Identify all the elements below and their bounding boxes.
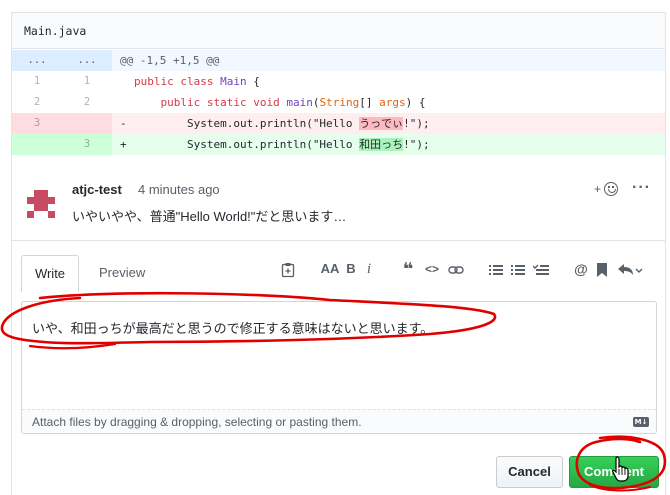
file-header: Main.java [12, 13, 665, 49]
list-ordered-icon [511, 264, 525, 275]
line-number-new[interactable]: 3 [62, 134, 112, 155]
diff-review-panel: Main.java ... ... @@ -1,5 +1,5 @@ 1 1 pu… [11, 12, 666, 495]
link-icon [448, 265, 464, 274]
diff-sign: + [120, 138, 127, 151]
task-list-button[interactable] [532, 253, 550, 285]
comment-author[interactable]: atjc-test [72, 182, 122, 197]
param-name: args [379, 96, 406, 109]
changed-word: 和田っち [359, 138, 404, 151]
code-content: - System.out.println("Hello うっでぃ!"); [112, 113, 665, 134]
hunk-header: ... ... @@ -1,5 +1,5 @@ [12, 50, 665, 71]
hunk-text: @@ -1,5 +1,5 @@ [120, 54, 220, 67]
markdown-icon[interactable]: M↓ [633, 417, 649, 427]
reference-button[interactable] [595, 253, 609, 285]
avatar[interactable] [27, 190, 55, 218]
bold-button[interactable]: B [344, 253, 358, 285]
keyword: void [253, 96, 280, 109]
keyword: static [206, 96, 247, 109]
bold-icon: B [346, 261, 356, 276]
keyword: class [180, 75, 214, 88]
code-button[interactable]: <> [423, 253, 441, 285]
class-name: Main [220, 75, 247, 88]
header-button[interactable]: AA [319, 253, 341, 285]
file-name[interactable]: Main.java [24, 24, 86, 38]
diff-line: 2 2 public static void main(String[] arg… [12, 92, 665, 113]
added-line: 3 + System.out.println("Hello 和田っち!"); [12, 134, 665, 155]
comment-composer: Write Preview AA B i ❝ <> @ いや、和田っちが最高だと… [12, 242, 665, 495]
code-punct: [] [359, 96, 380, 109]
expand-up-button[interactable]: ... [12, 50, 62, 71]
numbered-list-button[interactable] [510, 253, 526, 285]
code-rest: { [246, 75, 260, 88]
code-text: System.out.println("Hello [186, 117, 360, 130]
suggestion-icon[interactable] [277, 253, 299, 285]
line-number-old[interactable] [12, 134, 62, 155]
code-text: !"); [403, 117, 430, 130]
tasklist-icon [532, 264, 549, 275]
line-number-old[interactable]: 2 [12, 92, 62, 113]
tab-preview[interactable]: Preview [86, 255, 158, 292]
diff-table: ... ... @@ -1,5 +1,5 @@ 1 1 public class… [12, 50, 665, 155]
list-unordered-icon [489, 264, 503, 275]
diff-line: 1 1 public class Main { [12, 71, 665, 92]
attach-files-bar[interactable]: Attach files by dragging & dropping, sel… [22, 409, 656, 433]
comment-textarea[interactable]: いや、和田っちが最高だと思うので修正する意味はないと思います。 Attach f… [21, 301, 657, 434]
bullet-list-button[interactable] [488, 253, 504, 285]
code-content: public class Main { [112, 71, 665, 92]
line-number-new[interactable]: 1 [62, 71, 112, 92]
comment-body: いやいやや、普通"Hello World!"だと思います… [72, 209, 347, 224]
tab-write[interactable]: Write [21, 255, 79, 292]
keyword: public [160, 96, 201, 109]
link-button[interactable] [447, 253, 465, 285]
function-name: main [286, 96, 313, 109]
line-number-old[interactable]: 3 [12, 113, 62, 134]
line-number-old[interactable]: 1 [12, 71, 62, 92]
plus-icon: + [594, 182, 602, 196]
smiley-icon [604, 182, 618, 196]
line-number-new[interactable]: 2 [62, 92, 112, 113]
quote-button[interactable]: ❝ [400, 253, 416, 285]
keyword: public [134, 75, 174, 88]
deleted-line: 3 - System.out.println("Hello うっでぃ!"); [12, 113, 665, 134]
changed-word: うっでぃ [359, 117, 404, 130]
comment-text[interactable]: いや、和田っちが最高だと思うので修正する意味はないと思います。 [32, 318, 433, 337]
more-options-icon[interactable]: ··· [632, 179, 651, 197]
line-number-new[interactable] [62, 113, 112, 134]
italic-button[interactable]: i [363, 253, 375, 285]
diff-sign: - [120, 117, 127, 130]
code-text: System.out.println("Hello [186, 138, 360, 151]
code-content: + System.out.println("Hello 和田っち!"); [112, 134, 665, 155]
code-punct: ) { [405, 96, 426, 109]
hand-cursor-icon [611, 456, 629, 482]
cancel-button[interactable]: Cancel [496, 456, 563, 488]
comment-timestamp[interactable]: 4 minutes ago [138, 182, 220, 197]
type-name: String [319, 96, 360, 109]
code-text: !"); [403, 138, 430, 151]
expand-down-button[interactable]: ... [62, 50, 112, 71]
code-content: public static void main(String[] args) { [112, 92, 665, 113]
markdown-toolbar: AA B i ❝ <> @ [277, 253, 657, 285]
mention-button[interactable]: @ [573, 253, 589, 285]
bookmark-icon [597, 262, 607, 277]
review-comment: atjc-test 4 minutes ago いやいやや、普通"Hello W… [12, 173, 665, 241]
header-icon: AA [320, 261, 340, 276]
add-reaction-button[interactable]: + [594, 180, 618, 200]
code-punct: ( [312, 96, 320, 109]
reply-icon [618, 263, 643, 275]
saved-replies-button[interactable] [615, 253, 645, 285]
attach-files-text[interactable]: Attach files by dragging & dropping, sel… [32, 415, 362, 429]
